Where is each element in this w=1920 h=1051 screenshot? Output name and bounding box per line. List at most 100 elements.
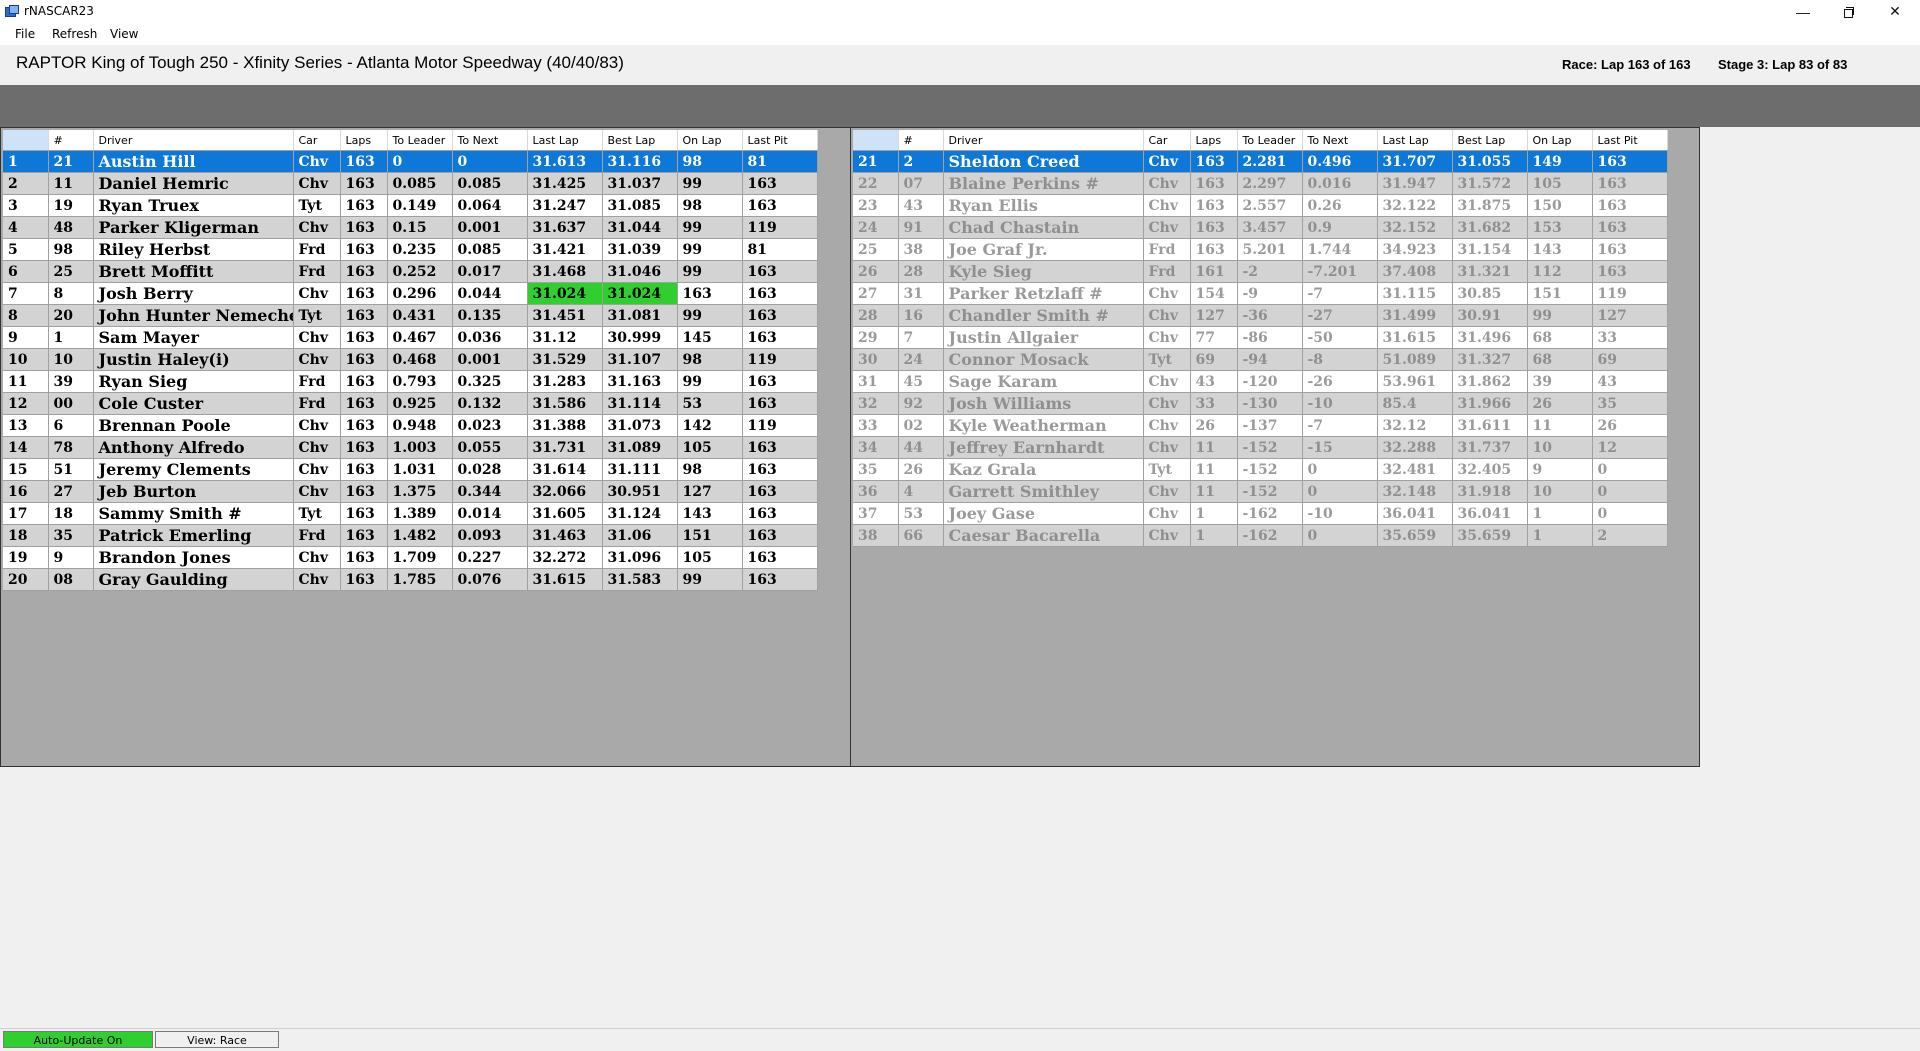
standings-row[interactable]: 27 31 Parker Retzlaff # Chv 154 -9 -7 31.115 30.… bbox=[853, 282, 1668, 305]
standings-row[interactable]: 3 19 Ryan Truex Tyt 163 0.149 0.064 31.247 31.08… bbox=[3, 194, 818, 217]
standings-row[interactable]: 24 91 Chad Chastain Chv 163 3.457 0.9 32.152 31.… bbox=[853, 216, 1668, 239]
cell-laps: 77 bbox=[1190, 326, 1238, 349]
cell-pos: 12 bbox=[3, 392, 49, 415]
standings-row[interactable]: 26 28 Kyle Sieg Frd 161 -2 -7.201 37.408 31.321 1… bbox=[853, 260, 1668, 283]
column-header-driver[interactable]: Driver bbox=[93, 130, 294, 151]
standings-row[interactable]: 2 11 Daniel Hemric Chv 163 0.085 0.085 31.425 31… bbox=[3, 172, 818, 195]
standings-row[interactable]: 13 6 Brennan Poole Chv 163 0.948 0.023 31.388 31… bbox=[3, 414, 818, 437]
cell-on-lap: 143 bbox=[677, 502, 743, 525]
cell-last-lap: 31.451 bbox=[527, 304, 603, 327]
standings-row[interactable]: 29 7 Justin Allgaier Chv 77 -86 -50 31.615 31.49… bbox=[853, 326, 1668, 349]
standings-row[interactable]: 28 16 Chandler Smith # Chv 127 -36 -27 31.499 30… bbox=[853, 304, 1668, 327]
column-header-to-next[interactable]: To Next bbox=[452, 130, 528, 151]
standings-row[interactable]: 21 2 Sheldon Creed Chv 163 2.281 0.496 31.707 31… bbox=[853, 150, 1668, 173]
cell-to-next: 0.076 bbox=[452, 568, 528, 591]
cell-best-lap: 31.572 bbox=[1452, 172, 1528, 195]
cell-last-pit: 163 bbox=[742, 172, 818, 195]
cell-to-next: 0.344 bbox=[452, 480, 528, 503]
standings-row[interactable]: 35 26 Kaz Grala Tyt 11 -152 0 32.481 32.405 9 0 bbox=[853, 458, 1668, 481]
menu-file[interactable]: File bbox=[15, 27, 35, 41]
standings-row[interactable]: 16 27 Jeb Burton Chv 163 1.375 0.344 32.066 30.9… bbox=[3, 480, 818, 503]
column-header-on-lap[interactable]: On Lap bbox=[1527, 130, 1593, 151]
cell-pos: 11 bbox=[3, 370, 49, 393]
column-header-driver[interactable]: Driver bbox=[943, 130, 1144, 151]
standings-row[interactable]: 17 18 Sammy Smith # Tyt 163 1.389 0.014 31.605 3… bbox=[3, 502, 818, 525]
cell-best-lap: 31.044 bbox=[602, 216, 678, 239]
column-header-pos[interactable] bbox=[853, 130, 899, 151]
cell-driver: Parker Retzlaff # bbox=[943, 282, 1144, 305]
cell-number: 10 bbox=[48, 348, 94, 371]
cell-best-lap: 31.085 bbox=[602, 194, 678, 217]
standings-row[interactable]: 20 08 Gray Gaulding Chv 163 1.785 0.076 31.615 3… bbox=[3, 568, 818, 591]
cell-to-leader: 0.149 bbox=[387, 194, 453, 217]
cell-last-pit: 127 bbox=[1592, 304, 1668, 327]
standings-row[interactable]: 38 66 Caesar Bacarella Chv 1 -162 0 35.659 35.65… bbox=[853, 524, 1668, 547]
standings-row[interactable]: 33 02 Kyle Weatherman Chv 26 -137 -7 32.12 31.61… bbox=[853, 414, 1668, 437]
cell-to-leader: -86 bbox=[1237, 326, 1303, 349]
standings-grid-left[interactable]: # Driver Car Laps To Leader To Next Last Lap Be… bbox=[3, 130, 818, 591]
standings-row[interactable]: 12 00 Cole Custer Frd 163 0.925 0.132 31.586 31.… bbox=[3, 392, 818, 415]
column-header-best-lap[interactable]: Best Lap bbox=[602, 130, 678, 151]
column-header-best-lap[interactable]: Best Lap bbox=[1452, 130, 1528, 151]
column-header-to-next[interactable]: To Next bbox=[1302, 130, 1378, 151]
standings-row[interactable]: 4 48 Parker Kligerman Chv 163 0.15 0.001 31.637… bbox=[3, 216, 818, 239]
cell-last-pit: 0 bbox=[1592, 458, 1668, 481]
standings-row[interactable]: 5 98 Riley Herbst Frd 163 0.235 0.085 31.421 31.… bbox=[3, 238, 818, 261]
restore-button[interactable] bbox=[1826, 0, 1872, 23]
standings-row[interactable]: 18 35 Patrick Emerling Frd 163 1.482 0.093 31.4… bbox=[3, 524, 818, 547]
cell-best-lap: 31.321 bbox=[1452, 260, 1528, 283]
standings-row[interactable]: 7 8 Josh Berry Chv 163 0.296 0.044 31.024 31.024… bbox=[3, 282, 818, 305]
standings-row[interactable]: 6 25 Brett Moffitt Frd 163 0.252 0.017 31.468 31… bbox=[3, 260, 818, 283]
standings-row[interactable]: 1 21 Austin Hill Chv 163 0 0 31.613 31.116 98 81 bbox=[3, 150, 818, 173]
standings-row[interactable]: 9 1 Sam Mayer Chv 163 0.467 0.036 31.12 30.999 14… bbox=[3, 326, 818, 349]
cell-number: 43 bbox=[898, 194, 944, 217]
auto-update-status[interactable]: Auto-Update On bbox=[3, 1031, 153, 1048]
cell-laps: 163 bbox=[340, 326, 388, 349]
menu-refresh[interactable]: Refresh bbox=[52, 27, 97, 41]
cell-driver: Chad Chastain bbox=[943, 216, 1144, 239]
column-header-last-lap[interactable]: Last Lap bbox=[1377, 130, 1453, 151]
column-header-laps[interactable]: Laps bbox=[340, 130, 388, 151]
standings-row[interactable]: 30 24 Connor Mosack Tyt 69 -94 -8 51.089 31.327 6… bbox=[853, 348, 1668, 371]
cell-laps: 163 bbox=[340, 458, 388, 481]
cell-last-pit: 163 bbox=[742, 282, 818, 305]
cell-last-lap: 31.947 bbox=[1377, 172, 1453, 195]
standings-row[interactable]: 22 07 Blaine Perkins # Chv 163 2.297 0.016 31.9… bbox=[853, 172, 1668, 195]
standings-row[interactable]: 31 45 Sage Karam Chv 43 -120 -26 53.961 31.862 39… bbox=[853, 370, 1668, 393]
column-header-to-leader[interactable]: To Leader bbox=[387, 130, 453, 151]
standings-row[interactable]: 8 20 John Hunter Nemechek Tyt 163 0.431 0.135 3… bbox=[3, 304, 818, 327]
column-header-last-lap[interactable]: Last Lap bbox=[527, 130, 603, 151]
cell-driver: Sam Mayer bbox=[93, 326, 294, 349]
standings-row[interactable]: 25 38 Joe Graf Jr. Frd 163 5.201 1.744 34.923 31… bbox=[853, 238, 1668, 261]
minimize-button[interactable]: — bbox=[1780, 0, 1826, 23]
column-header-pos[interactable] bbox=[3, 130, 49, 151]
standings-row[interactable]: 37 53 Joey Gase Chv 1 -162 -10 36.041 36.041 1 0 bbox=[853, 502, 1668, 525]
standings-grid-right[interactable]: # Driver Car Laps To Leader To Next Last Lap Be… bbox=[853, 130, 1668, 547]
standings-row[interactable]: 36 4 Garrett Smithley Chv 11 -152 0 32.148 31.91… bbox=[853, 480, 1668, 503]
column-header-on-lap[interactable]: On Lap bbox=[677, 130, 743, 151]
column-header-car[interactable]: Car bbox=[1143, 130, 1191, 151]
cell-laps: 43 bbox=[1190, 370, 1238, 393]
standings-row[interactable]: 14 78 Anthony Alfredo Chv 163 1.003 0.055 31.73… bbox=[3, 436, 818, 459]
column-header-last-pit[interactable]: Last Pit bbox=[742, 130, 818, 151]
column-header-last-pit[interactable]: Last Pit bbox=[1592, 130, 1668, 151]
standings-row[interactable]: 32 92 Josh Williams Chv 33 -130 -10 85.4 31.966 2… bbox=[853, 392, 1668, 415]
standings-row[interactable]: 11 39 Ryan Sieg Frd 163 0.793 0.325 31.283 31.16… bbox=[3, 370, 818, 393]
standings-row[interactable]: 15 51 Jeremy Clements Chv 163 1.031 0.028 31.61… bbox=[3, 458, 818, 481]
close-button[interactable]: ✕ bbox=[1872, 0, 1918, 23]
column-header-number[interactable]: # bbox=[48, 130, 94, 151]
cell-car: Chv bbox=[293, 150, 341, 173]
menu-view[interactable]: View bbox=[110, 27, 138, 41]
column-header-laps[interactable]: Laps bbox=[1190, 130, 1238, 151]
cell-last-lap: 51.089 bbox=[1377, 348, 1453, 371]
standings-row[interactable]: 19 9 Brandon Jones Chv 163 1.709 0.227 32.272 31… bbox=[3, 546, 818, 569]
standings-row[interactable]: 10 10 Justin Haley(i) Chv 163 0.468 0.001 31.52… bbox=[3, 348, 818, 371]
view-status[interactable]: View: Race bbox=[155, 1031, 279, 1048]
cell-last-pit: 163 bbox=[1592, 260, 1668, 283]
cell-number: 98 bbox=[48, 238, 94, 261]
standings-row[interactable]: 23 43 Ryan Ellis Chv 163 2.557 0.26 32.122 31.87… bbox=[853, 194, 1668, 217]
column-header-car[interactable]: Car bbox=[293, 130, 341, 151]
standings-row[interactable]: 34 44 Jeffrey Earnhardt Chv 11 -152 -15 32.288 3… bbox=[853, 436, 1668, 459]
column-header-to-leader[interactable]: To Leader bbox=[1237, 130, 1303, 151]
column-header-number[interactable]: # bbox=[898, 130, 944, 151]
